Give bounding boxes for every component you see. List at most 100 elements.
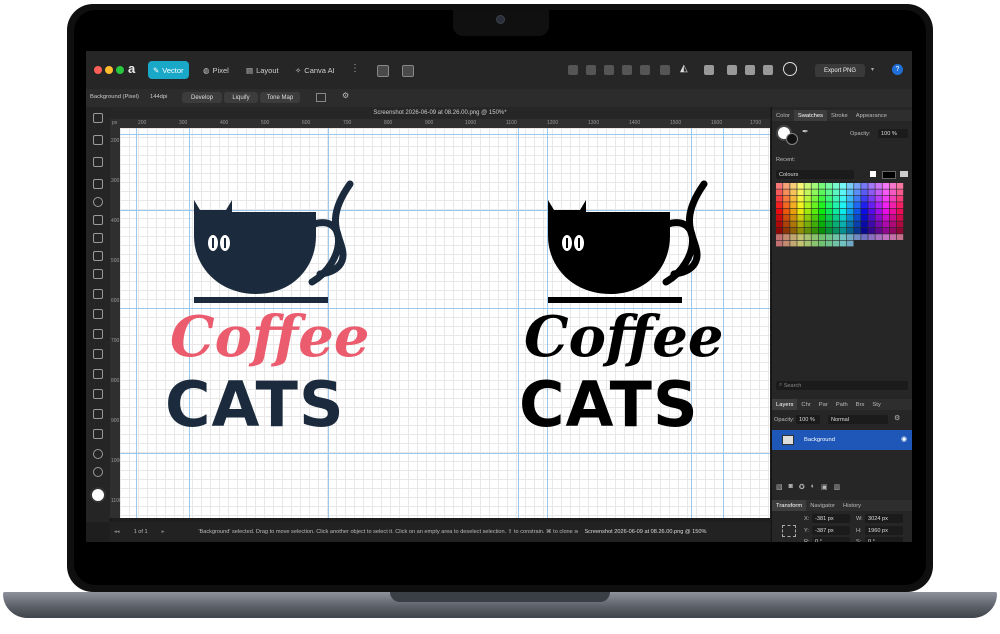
color-swatch[interactable] <box>861 221 868 228</box>
tab-path[interactable]: Path <box>832 399 852 410</box>
color-swatch[interactable] <box>783 221 790 228</box>
move-tool-icon[interactable] <box>93 113 103 123</box>
tab-brushes[interactable]: Brs <box>852 399 869 410</box>
color-swatch[interactable] <box>825 189 833 196</box>
color-swatch[interactable] <box>854 195 861 202</box>
color-swatch[interactable] <box>882 227 890 234</box>
color-swatch[interactable] <box>854 189 861 196</box>
color-swatch[interactable] <box>825 195 833 202</box>
w-field[interactable]: 3024 px <box>865 514 903 523</box>
color-swatch[interactable] <box>847 183 854 189</box>
adjustment-icon[interactable]: ◐ <box>811 483 815 493</box>
color-swatch[interactable] <box>811 195 819 202</box>
boolean-divide-icon[interactable] <box>640 65 650 75</box>
color-swatch[interactable] <box>790 202 797 208</box>
color-swatch[interactable] <box>847 189 854 196</box>
color-swatch[interactable] <box>811 202 819 208</box>
color-swatch[interactable] <box>783 240 790 247</box>
color-swatch[interactable] <box>868 208 875 215</box>
color-swatch[interactable] <box>839 240 847 247</box>
color-swatch[interactable] <box>818 202 826 208</box>
color-swatch[interactable] <box>896 221 904 228</box>
color-swatch[interactable] <box>804 240 811 247</box>
color-swatch[interactable] <box>839 189 847 196</box>
persona-canva-ai[interactable]: ✧ Canva AI <box>290 61 340 79</box>
canvas-options-icon[interactable] <box>316 93 326 102</box>
color-swatch[interactable] <box>818 215 826 221</box>
color-swatch[interactable] <box>839 234 847 240</box>
color-swatch[interactable] <box>882 234 890 240</box>
color-swatch[interactable] <box>832 227 840 234</box>
color-swatch[interactable] <box>839 227 847 234</box>
tab-character[interactable]: Chr <box>797 399 814 410</box>
color-swatch[interactable] <box>889 189 897 196</box>
color-swatch[interactable] <box>811 189 819 196</box>
persona-layout[interactable]: ▤ Layout <box>241 61 284 79</box>
color-swatch[interactable] <box>818 234 826 240</box>
color-swatch[interactable] <box>839 202 847 208</box>
affinity-logo-icon[interactable]: a <box>128 62 142 76</box>
color-swatch[interactable] <box>790 183 797 189</box>
export-dropdown-chevron-icon[interactable]: ▾ <box>871 66 874 73</box>
color-swatch[interactable] <box>832 202 840 208</box>
color-swatch[interactable] <box>818 183 826 189</box>
arrange-forward-icon[interactable] <box>763 65 773 75</box>
color-swatch[interactable] <box>839 208 847 215</box>
hand-tool-icon[interactable] <box>93 449 103 459</box>
color-swatch[interactable] <box>783 208 790 215</box>
color-swatch[interactable] <box>896 183 904 189</box>
color-swatch[interactable] <box>797 240 804 247</box>
color-swatch[interactable] <box>861 208 868 215</box>
persona-pixel[interactable]: ◍ Pixel <box>198 61 234 79</box>
color-swatch[interactable] <box>847 240 854 247</box>
eyedropper-icon[interactable]: ✒ <box>802 127 809 136</box>
color-swatch[interactable] <box>868 195 875 202</box>
color-swatch[interactable] <box>839 195 847 202</box>
color-swatch[interactable] <box>811 227 819 234</box>
color-swatch[interactable] <box>868 227 875 234</box>
tab-stroke[interactable]: Stroke <box>827 110 852 121</box>
h-field[interactable]: 1960 px <box>865 526 903 535</box>
color-swatch[interactable] <box>896 215 904 221</box>
color-swatch[interactable] <box>797 195 804 202</box>
tab-color[interactable]: Color <box>772 110 794 121</box>
color-swatch[interactable] <box>839 183 847 189</box>
color-swatch[interactable] <box>818 195 826 202</box>
color-swatch[interactable] <box>875 208 882 215</box>
color-swatch[interactable] <box>882 195 890 202</box>
color-swatch[interactable] <box>790 208 797 215</box>
color-swatch[interactable] <box>825 227 833 234</box>
color-swatch[interactable] <box>854 215 861 221</box>
color-swatch[interactable] <box>889 195 897 202</box>
layer-row-background[interactable]: Background ◉ <box>772 430 912 450</box>
tab-appearance[interactable]: Appearance <box>852 110 891 121</box>
color-swatch[interactable] <box>868 183 875 189</box>
color-swatch[interactable] <box>818 227 826 234</box>
gradient-tool-icon[interactable] <box>93 409 103 419</box>
color-swatch[interactable] <box>896 195 904 202</box>
color-swatch[interactable] <box>896 234 904 240</box>
arrange-front-icon[interactable] <box>727 65 737 75</box>
color-picker-tool-icon[interactable] <box>93 429 103 439</box>
tab-paragraph[interactable]: Par <box>815 399 832 410</box>
color-swatch[interactable] <box>790 195 797 202</box>
stroke-swatch[interactable] <box>786 133 798 145</box>
color-swatch[interactable] <box>804 215 811 221</box>
color-swatch[interactable] <box>889 227 897 234</box>
color-swatch[interactable] <box>847 202 854 208</box>
color-swatch[interactable] <box>804 221 811 228</box>
arrange-back-icon[interactable] <box>745 65 755 75</box>
color-swatch[interactable] <box>776 195 783 202</box>
color-swatch[interactable] <box>804 183 811 189</box>
color-swatch[interactable] <box>861 227 868 234</box>
color-swatch[interactable] <box>790 221 797 228</box>
color-swatch[interactable] <box>825 202 833 208</box>
develop-button[interactable]: Develop <box>182 92 222 103</box>
export-png-button[interactable]: Export PNG <box>815 64 865 77</box>
color-swatch[interactable] <box>847 227 854 234</box>
tab-swatches[interactable]: Swatches <box>793 110 827 121</box>
document-canvas[interactable]: Coffee CATS Coffee CATS <box>120 128 770 518</box>
swatch-search-input[interactable]: ⌕ Search <box>776 381 908 390</box>
color-swatch[interactable] <box>861 202 868 208</box>
color-swatch[interactable] <box>776 240 783 247</box>
